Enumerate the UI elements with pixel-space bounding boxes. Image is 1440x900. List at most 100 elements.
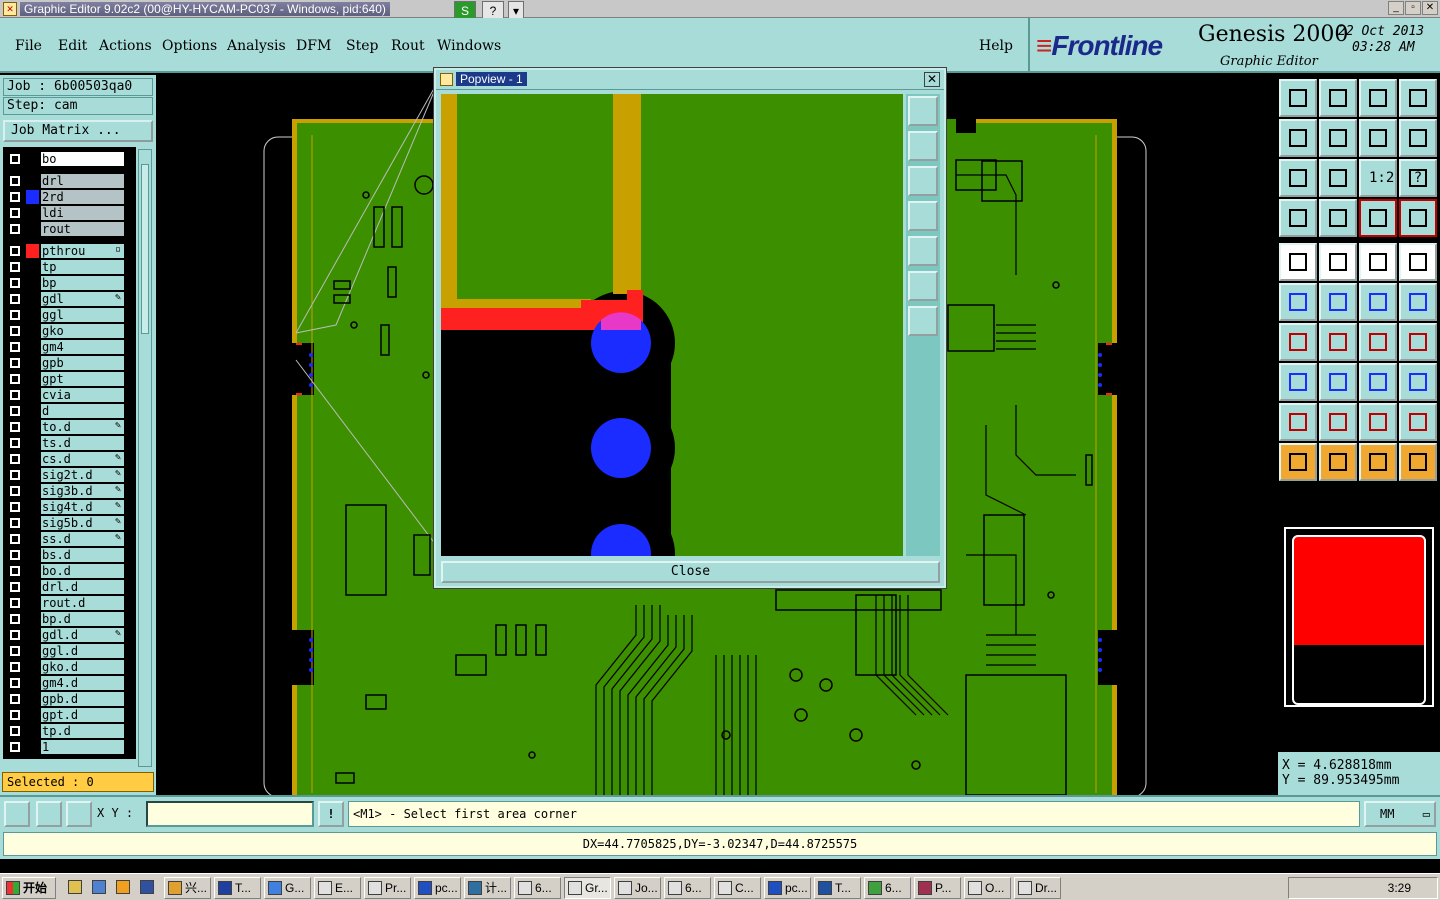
layer-color-swatch[interactable]: [26, 660, 39, 674]
zoom-area-button[interactable]: [4, 801, 30, 827]
taskbar-task-button[interactable]: 6...: [664, 877, 711, 899]
layer-color-swatch[interactable]: [26, 692, 39, 706]
measure-button[interactable]: [36, 801, 62, 827]
layer-color-swatch[interactable]: [26, 206, 39, 220]
layer-checkbox[interactable]: [9, 677, 21, 689]
layer-color-swatch[interactable]: [26, 372, 39, 386]
popview-pan-down-button[interactable]: [908, 166, 938, 196]
layer-checkbox[interactable]: [9, 191, 21, 203]
select-net-tool-button[interactable]: [1399, 443, 1437, 481]
layer-name[interactable]: sig4t.d: [41, 500, 124, 514]
menu-edit[interactable]: Edit: [58, 38, 87, 54]
layer-row[interactable]: ts.d: [3, 435, 136, 451]
pan-right-tool-button[interactable]: [1319, 119, 1357, 157]
layer-row[interactable]: gdl.d ✎: [3, 627, 136, 643]
layer-name[interactable]: gko: [41, 324, 124, 338]
taskbar-task-button[interactable]: Gr...: [564, 877, 611, 899]
layer-row[interactable]: drl: [3, 173, 136, 189]
overview-preview[interactable]: [1284, 527, 1434, 707]
layer-name[interactable]: gpt: [41, 372, 124, 386]
menu-actions[interactable]: Actions: [99, 38, 152, 54]
layer-name[interactable]: rout.d: [41, 596, 124, 610]
maximize-button[interactable]: ▫: [1405, 1, 1421, 15]
layer-name[interactable]: sig5b.d: [41, 516, 124, 530]
taskbar-task-button[interactable]: pc...: [414, 877, 461, 899]
layer-row[interactable]: drl.d: [3, 579, 136, 595]
slash-tool-button[interactable]: [1319, 323, 1357, 361]
triangle-tool-button[interactable]: [1279, 403, 1317, 441]
layer-name[interactable]: cvia: [41, 388, 124, 402]
taskbar-task-button[interactable]: G...: [264, 877, 311, 899]
menu-step[interactable]: Step: [346, 38, 378, 54]
layer-color-swatch[interactable]: [26, 260, 39, 274]
layer-name[interactable]: ss.d: [41, 532, 124, 546]
taskbar-task-button[interactable]: E...: [314, 877, 361, 899]
layer-checkbox[interactable]: [9, 741, 21, 753]
layer-color-swatch[interactable]: [26, 676, 39, 690]
layer-row[interactable]: sig5b.d ✎: [3, 515, 136, 531]
layer-color-swatch[interactable]: [26, 532, 39, 546]
menu-options[interactable]: Options: [162, 38, 217, 54]
layer-checkbox[interactable]: [9, 405, 21, 417]
layer-checkbox[interactable]: [9, 709, 21, 721]
cross-tool-button[interactable]: [1319, 283, 1357, 321]
layer-color-swatch[interactable]: [26, 340, 39, 354]
layer-color-swatch[interactable]: [26, 436, 39, 450]
arc-tool-button[interactable]: [1279, 323, 1317, 361]
layer-checkbox[interactable]: [9, 341, 21, 353]
layer-checkbox[interactable]: [9, 437, 21, 449]
layer-name[interactable]: tp: [41, 260, 124, 274]
layer-row[interactable]: gpt: [3, 371, 136, 387]
layer-row[interactable]: gm4: [3, 339, 136, 355]
layer-name[interactable]: pthrou: [41, 244, 124, 258]
popview-pan-right-button[interactable]: [908, 236, 938, 266]
popview-pan-up-button[interactable]: [908, 131, 938, 161]
layer-checkbox[interactable]: [9, 293, 21, 305]
layer-checkbox[interactable]: [9, 533, 21, 545]
layer-color-swatch[interactable]: [26, 276, 39, 290]
shapes-tool-button[interactable]: [1399, 363, 1437, 401]
layer-row[interactable]: gko: [3, 323, 136, 339]
popview-canvas[interactable]: [441, 94, 903, 556]
layer-name[interactable]: ts.d: [41, 436, 124, 450]
taskbar-task-button[interactable]: 6...: [514, 877, 561, 899]
layer-row[interactable]: d: [3, 403, 136, 419]
layer-checkbox[interactable]: [9, 373, 21, 385]
triangle-fill-alt-tool-button[interactable]: [1399, 403, 1437, 441]
zoom-out-tool-button[interactable]: [1319, 79, 1357, 117]
flip-tool-button[interactable]: [1359, 119, 1397, 157]
fit-tool-button[interactable]: [1279, 159, 1317, 197]
layer-name[interactable]: sig2t.d: [41, 468, 124, 482]
popview-pan-left-button[interactable]: [908, 201, 938, 231]
layer-name[interactable]: bo: [41, 152, 124, 166]
layer-row[interactable]: pthrou ▫: [3, 243, 136, 259]
layer-color-swatch[interactable]: [26, 174, 39, 188]
layer-checkbox[interactable]: [9, 469, 21, 481]
layer-color-swatch[interactable]: [26, 516, 39, 530]
taskbar-task-button[interactable]: P...: [914, 877, 961, 899]
taskbar-task-button[interactable]: 6...: [864, 877, 911, 899]
layer-row[interactable]: gdl ✎: [3, 291, 136, 307]
layer-name[interactable]: ggl: [41, 308, 124, 322]
layer-row[interactable]: bp: [3, 275, 136, 291]
layer-name[interactable]: ggl.d: [41, 644, 124, 658]
layer-name[interactable]: gm4.d: [41, 676, 124, 690]
alert-button[interactable]: !: [318, 801, 344, 827]
units-selector[interactable]: MM ▭: [1364, 801, 1436, 827]
layer-color-swatch[interactable]: [26, 404, 39, 418]
layer-row[interactable]: ss.d ✎: [3, 531, 136, 547]
minus-tool-button[interactable]: [1319, 363, 1357, 401]
layer-color-swatch[interactable]: [26, 452, 39, 466]
layer-row[interactable]: gm4.d: [3, 675, 136, 691]
start-button[interactable]: 开始: [2, 877, 56, 899]
angle-tool-button[interactable]: [1319, 243, 1357, 281]
layer-row[interactable]: sig4t.d ✎: [3, 499, 136, 515]
layer-row[interactable]: rout: [3, 221, 136, 237]
layer-row[interactable]: tp.d: [3, 723, 136, 739]
ruler-tool-button[interactable]: [1359, 243, 1397, 281]
layer-checkbox[interactable]: [9, 549, 21, 561]
curve-tool-button[interactable]: [1359, 323, 1397, 361]
layer-row[interactable]: gpb: [3, 355, 136, 371]
grid-button[interactable]: [66, 801, 92, 827]
layer-checkbox[interactable]: [9, 597, 21, 609]
